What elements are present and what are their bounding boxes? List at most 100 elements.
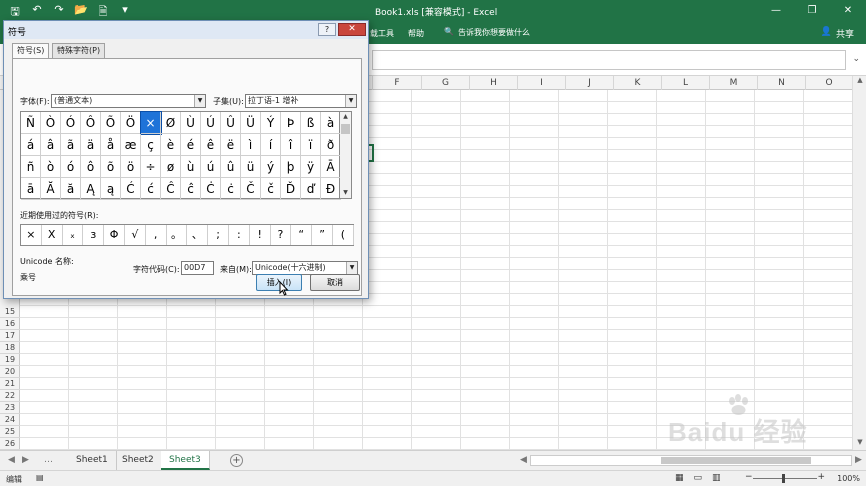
page-layout-view-icon[interactable]: ▭ (694, 473, 703, 483)
symbol-cell[interactable]: Ú (201, 112, 221, 134)
row-header[interactable]: 24 (0, 414, 20, 426)
recent-symbol-cell[interactable]: 、 (187, 225, 209, 245)
symbol-cell[interactable]: ą (101, 178, 121, 200)
vertical-scrollbar[interactable]: ▲ ▼ (852, 76, 866, 450)
symbol-cell[interactable]: ċ (221, 178, 241, 200)
scroll-up-icon[interactable]: ▲ (853, 76, 866, 88)
recent-symbol-cell[interactable]: Φ (104, 225, 125, 245)
symbol-cell[interactable]: Đ (321, 178, 341, 200)
column-header-m[interactable]: M (709, 76, 757, 90)
horizontal-scroll-thumb[interactable] (661, 457, 811, 464)
recent-symbol-cell[interactable]: ” (312, 225, 333, 245)
tab-help[interactable]: 帮助 (408, 28, 424, 39)
recent-symbol-cell[interactable]: × (21, 225, 42, 245)
share-button[interactable]: 👤 共享 (821, 27, 854, 40)
row-header[interactable]: 19 (0, 354, 20, 366)
horizontal-scrollbar[interactable] (530, 455, 852, 466)
symbol-grid-scrollbar[interactable]: ▲ ▼ (340, 111, 352, 199)
row-header[interactable]: 16 (0, 318, 20, 330)
row-header[interactable]: 15 (0, 306, 20, 318)
symbol-cell[interactable]: Ă (41, 178, 61, 200)
cancel-button[interactable]: 取消 (310, 274, 360, 291)
recent-symbol-cell[interactable]: : (229, 225, 250, 245)
symbol-cell[interactable]: Ù (181, 112, 201, 134)
symbol-cell[interactable]: è (161, 134, 181, 156)
dialog-close-button[interactable]: ✕ (338, 23, 366, 36)
row-header[interactable]: 20 (0, 366, 20, 378)
symbol-cell[interactable]: Ò (41, 112, 61, 134)
normal-view-icon[interactable]: ▦ (675, 473, 684, 483)
symbol-cell[interactable]: ì (241, 134, 261, 156)
symbol-cell[interactable]: ó (61, 156, 81, 178)
symbol-cell[interactable]: ë (221, 134, 241, 156)
symbol-cell[interactable]: ß (301, 112, 321, 134)
recent-symbol-cell[interactable]: ₓ (63, 225, 84, 245)
symbol-cell[interactable]: Û (221, 112, 241, 134)
symbol-cell[interactable]: Ć (121, 178, 141, 200)
column-header-k[interactable]: K (613, 76, 661, 90)
row-header[interactable]: 22 (0, 390, 20, 402)
symbol-cell[interactable]: á (21, 134, 41, 156)
char-code-input[interactable]: 00D7 (181, 261, 214, 275)
symbol-cell[interactable]: å (101, 134, 121, 156)
symbol-cell[interactable]: ö (121, 156, 141, 178)
row-header[interactable]: 17 (0, 330, 20, 342)
recent-symbol-cell[interactable]: X (42, 225, 63, 245)
symbol-cell[interactable]: Ď (281, 178, 301, 200)
symbol-cell[interactable]: Ā (321, 156, 341, 178)
symbol-cell[interactable]: Ô (81, 112, 101, 134)
page-break-view-icon[interactable]: ▥ (712, 473, 721, 483)
close-window-button[interactable]: ✕ (830, 0, 866, 22)
zoom-out-icon[interactable]: − (745, 472, 753, 482)
symbol-cell[interactable]: ã (61, 134, 81, 156)
symbol-cell[interactable]: é (181, 134, 201, 156)
symbol-cell[interactable]: ú (201, 156, 221, 178)
sheet-tab-sheet3[interactable]: Sheet3 (161, 451, 210, 470)
symbol-cell[interactable]: ñ (21, 156, 41, 178)
scroll-up-icon[interactable]: ▲ (340, 112, 351, 122)
zoom-knob[interactable] (782, 474, 785, 483)
symbol-cell[interactable]: Ø (161, 112, 181, 134)
symbol-cell[interactable]: Þ (281, 112, 301, 134)
symbol-cell[interactable]: Ĉ (161, 178, 181, 200)
sheet-more-icon[interactable]: … (44, 455, 53, 465)
symbol-cell[interactable]: ä (81, 134, 101, 156)
symbol-cell[interactable]: Č (241, 178, 261, 200)
minimize-button[interactable]: — (758, 0, 794, 22)
symbol-cell[interactable]: Ó (61, 112, 81, 134)
tab-symbols[interactable]: 符号(S) (12, 43, 50, 59)
recent-symbol-cell[interactable]: ! (250, 225, 271, 245)
symbol-cell[interactable]: Õ (101, 112, 121, 134)
symbol-cell[interactable]: Ą (81, 178, 101, 200)
column-header-n[interactable]: N (757, 76, 805, 90)
sheet-nav-prev-icon[interactable]: ◀ (8, 455, 15, 465)
expand-formula-icon[interactable]: ⌄ (852, 54, 860, 64)
formula-input[interactable] (372, 50, 846, 70)
symbol-cell[interactable]: ü (241, 156, 261, 178)
symbol-cell[interactable]: Ý (261, 112, 281, 134)
sheet-tab-sheet1[interactable]: Sheet1 (68, 451, 117, 470)
symbol-cell[interactable]: ć (141, 178, 161, 200)
symbol-cell[interactable]: ç (141, 134, 161, 156)
symbol-cell[interactable]: Ü (241, 112, 261, 134)
symbol-cell[interactable]: î (281, 134, 301, 156)
sheet-nav-next-icon[interactable]: ▶ (22, 455, 29, 465)
restore-button[interactable]: ❐ (794, 0, 830, 22)
symbol-cell[interactable]: ô (81, 156, 101, 178)
symbol-cell[interactable]: à (321, 112, 341, 134)
recent-symbol-cell[interactable]: ? (271, 225, 292, 245)
symbol-cell[interactable]: Ċ (201, 178, 221, 200)
hscroll-left-icon[interactable]: ◀ (520, 455, 527, 465)
tab-special-characters[interactable]: 特殊字符(P) (52, 43, 106, 58)
dialog-help-button[interactable]: ? (318, 23, 336, 36)
hscroll-right-icon[interactable]: ▶ (855, 455, 862, 465)
macro-record-icon[interactable]: ▤ (36, 473, 44, 482)
scroll-down-icon[interactable]: ▼ (340, 188, 351, 198)
symbol-cell[interactable]: ð (321, 134, 341, 156)
row-header[interactable]: 26 (0, 438, 20, 450)
recent-symbol-cell[interactable]: , (146, 225, 167, 245)
column-header-j[interactable]: J (565, 76, 613, 90)
recent-symbol-cell[interactable]: “ (291, 225, 313, 245)
column-header-g[interactable]: G (421, 76, 469, 90)
recent-symbol-cell[interactable]: з (83, 225, 105, 245)
